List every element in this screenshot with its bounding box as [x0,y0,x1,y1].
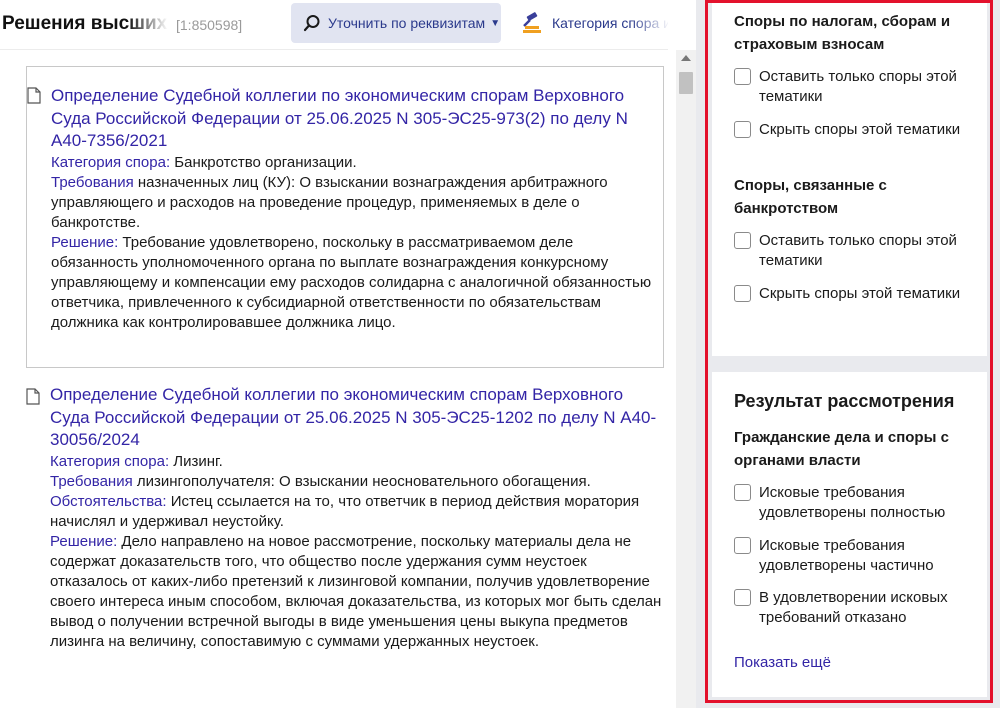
claims-satisfied-fully-checkbox[interactable]: Исковые требования удовлетворены полност… [734,483,984,523]
document-icon [26,388,40,405]
bankruptcy-keep-only-checkbox[interactable]: Оставить только споры этой тематики [734,231,984,271]
scroll-up-icon[interactable] [676,50,696,66]
bankruptcy-group-title: Споры, связанные с банкротством [734,177,887,217]
scroll-thumb[interactable] [679,72,693,94]
checkbox[interactable] [734,589,751,606]
checkbox[interactable] [734,537,751,554]
result-circumstances: Обстоятельства: Истец ссылается на то, ч… [50,492,664,532]
result-decision: Решение: Требование удовлетворено, поско… [51,233,663,333]
claims-denied-checkbox[interactable]: В удовлетворении исковых требований отка… [734,588,984,628]
checkbox-label: Исковые требования удовлетворены частичн… [759,537,934,574]
result-requirements: Требования лизингополучателя: О взыскани… [50,472,664,492]
toolbar: Решения высших [1:850598] Уточнить по ре… [0,0,668,50]
dispute-topic-card: Споры по налогам, сборам и страховым взн… [712,0,987,356]
result-item[interactable]: Определение Судебной коллегии по экономи… [26,66,664,368]
result-item[interactable]: Определение Судебной коллегии по экономи… [26,384,664,708]
show-more-link[interactable]: Показать ещё [734,654,831,671]
tax-hide-checkbox[interactable]: Скрыть споры этой тематики [734,120,984,140]
category-value: Банкротство организации. [170,153,357,171]
bankruptcy-hide-checkbox[interactable]: Скрыть споры этой тематики [734,284,984,304]
category-fade [630,8,668,42]
document-icon [27,87,41,104]
decision-text: Требование удовлетворено, поскольку в ра… [51,233,652,331]
checkbox-label: Оставить только споры этой тематики [759,68,957,105]
result-category: Категория спора: Лизинг. [50,452,664,472]
checkbox[interactable] [734,484,751,501]
checkbox-label: В удовлетворении исковых требований отка… [759,589,948,626]
search-icon [303,15,320,32]
result-title-link[interactable]: Определение Судебной коллегии по экономи… [51,85,663,153]
decision-label: Решение: [51,233,119,251]
results-list: Определение Судебной коллегии по экономи… [0,50,672,708]
checkbox-label: Исковые требования удовлетворены полност… [759,484,946,521]
category-label: Категория спора: [51,153,171,171]
gavel-icon [523,12,541,33]
checkbox-label: Оставить только споры этой тематики [759,232,957,269]
checkbox[interactable] [734,285,751,302]
tax-keep-only-checkbox[interactable]: Оставить только споры этой тематики [734,67,984,107]
results-scrollbar[interactable] [676,50,696,708]
requirements-text: лизингополучателя: О взыскании неосноват… [132,472,591,490]
result-title-link[interactable]: Определение Судебной коллегии по экономи… [50,384,664,452]
results-count: [1:850598] [176,17,243,33]
requirements-label: Требования [51,173,134,191]
checkbox[interactable] [734,232,751,249]
title-fade [128,8,168,42]
civil-group-title: Гражданские дела и споры с органами влас… [734,429,949,469]
requirements-label: Требования [50,472,133,490]
tax-group-title: Споры по налогам, сборам и страховым взн… [734,13,951,53]
category-label: Категория спора: [50,452,170,470]
checkbox-label: Скрыть споры этой тематики [759,121,961,138]
claims-satisfied-partially-checkbox[interactable]: Исковые требования удовлетворены частичн… [734,536,984,576]
checkbox[interactable] [734,121,751,138]
checkbox-label: Скрыть споры этой тематики [759,285,961,302]
decision-text: Дело направлено на новое рассмотрение, п… [50,532,662,650]
decision-label: Решение: [50,532,118,550]
circumstances-label: Обстоятельства: [50,492,167,510]
result-filter-card: Результат рассмотрения Гражданские дела … [712,372,987,697]
refine-by-details-button[interactable]: Уточнить по реквизитам ▼ [291,3,501,43]
result-section-title: Результат рассмотрения [734,391,955,411]
result-category: Категория спора: Банкротство организации… [51,153,663,173]
checkbox[interactable] [734,68,751,85]
result-requirements: Требования назначенных лиц (КУ): О взыск… [51,173,663,233]
requirements-text: назначенных лиц (КУ): О взыскании вознаг… [51,173,608,231]
refine-button-label: Уточнить по реквизитам [328,15,486,31]
category-value: Лизинг. [169,452,223,470]
result-decision: Решение: Дело направлено на новое рассмо… [50,532,664,652]
caret-down-icon: ▼ [490,17,501,29]
